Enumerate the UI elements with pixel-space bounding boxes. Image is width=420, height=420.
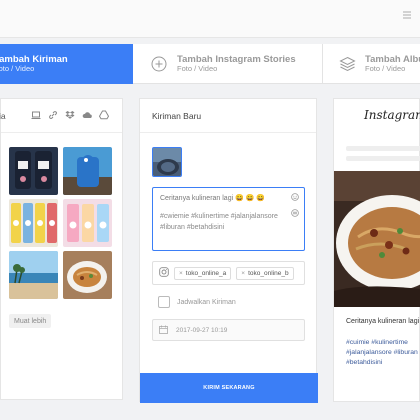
send-now-button[interactable]: KIRIM SEKARANG (140, 373, 318, 403)
tab-tambah-instagram-stories[interactable]: Tambah Instagram Stories Foto / Video (133, 44, 323, 84)
schedule-label: Jadwalkan Kiriman (177, 298, 236, 306)
tab-bar: Tambah Kiriman Foto / Video Tambah Insta… (0, 44, 420, 84)
tab-tambah-album[interactable]: Tambah Album Foto / Video (323, 44, 420, 84)
schedule-checkbox[interactable] (158, 296, 170, 308)
top-header (0, 0, 420, 38)
caption-input[interactable]: Ceritanya kulineran lagi 😄 😄 😄 #cwiemie … (152, 187, 305, 251)
account-selector[interactable]: × toko_online_a × toko_online_b (152, 261, 305, 285)
media-thumbnail[interactable] (63, 251, 112, 299)
preview-placeholder-line (346, 156, 420, 161)
tab-subtitle: Foto / Video (177, 64, 218, 74)
emoji-icon[interactable] (291, 193, 299, 206)
media-thumbnail[interactable] (9, 147, 58, 195)
instagram-icon (159, 264, 169, 282)
link-icon[interactable] (48, 110, 58, 120)
tab-tambah-kiriman[interactable]: Tambah Kiriman Foto / Video (0, 44, 133, 84)
schedule-date-field[interactable]: 2017-09-27 10:19 (152, 319, 305, 341)
dropbox-icon[interactable] (65, 110, 75, 120)
media-thumbnail[interactable] (9, 199, 58, 247)
calendar-icon (159, 325, 168, 336)
hashtag-icon[interactable] (291, 209, 299, 222)
tab-subtitle: Foto / Video (365, 64, 406, 74)
menu-icon[interactable] (402, 10, 414, 22)
google-drive-icon[interactable] (99, 110, 109, 120)
load-more-button[interactable]: Muat lebih (9, 314, 52, 328)
caption-hashtags: #cwiemie #kulinertime #jalanjalansore #l… (160, 212, 278, 231)
layers-icon (339, 55, 356, 73)
caption-text: Ceritanya kulineran lagi 😄 😄 😄 (160, 195, 266, 202)
account-chip[interactable]: × toko_online_a (174, 266, 232, 280)
schedule-toggle[interactable]: Jadwalkan Kiriman (158, 296, 236, 308)
preview-caption: Ceritanya kulineran lagi (346, 318, 420, 325)
preview-photo (334, 171, 420, 307)
new-post-heading: Kiriman Baru (140, 99, 316, 133)
selected-media-thumbnail[interactable] (152, 147, 182, 177)
tab-subtitle: Foto / Video (0, 64, 35, 74)
account-name: toko_online_a (185, 269, 227, 277)
account-chip[interactable]: × toko_online_b (236, 266, 294, 280)
instagram-preview-panel: Instagram Ceritanya kulineran lagi #cuim… (333, 98, 420, 402)
media-thumbnail[interactable] (9, 251, 58, 299)
media-library-header: ia (0, 99, 122, 133)
remove-icon[interactable]: × (241, 270, 245, 277)
plus-circle-icon (150, 55, 168, 73)
preview-hashtags: #cuimie #kulinertime #jalanjalansore #li… (346, 339, 418, 366)
media-thumbnail[interactable] (63, 199, 112, 247)
media-thumbnail[interactable] (63, 147, 112, 195)
laptop-icon[interactable] (31, 110, 41, 120)
schedule-date-value: 2017-09-27 10:19 (176, 326, 228, 334)
account-name: toko_online_b (248, 269, 289, 277)
preview-placeholder-line (346, 146, 420, 151)
new-post-panel: Kiriman Baru Ceritanya kulineran lagi 😄 … (139, 98, 318, 403)
cloud-icon[interactable] (82, 110, 92, 120)
media-library-panel: ia Muat lebih (0, 98, 123, 400)
instagram-logo: Instagram (364, 108, 420, 122)
media-library-label: ia (0, 111, 6, 121)
remove-icon[interactable]: × (179, 270, 183, 277)
